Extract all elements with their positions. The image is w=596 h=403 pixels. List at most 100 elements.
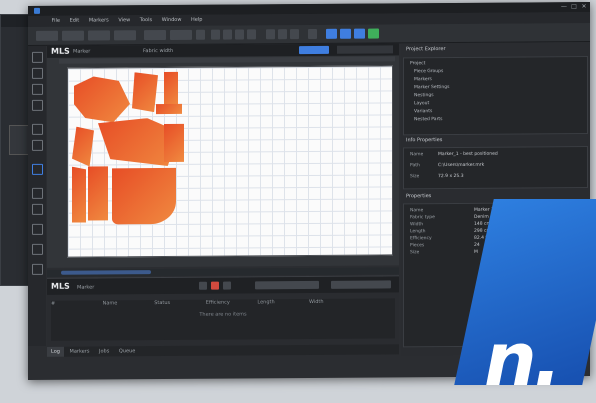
log-tab-label[interactable]: Marker — [77, 284, 94, 290]
measure-tool-icon[interactable] — [32, 123, 43, 135]
info-key: Size — [410, 174, 420, 180]
marker-editor: MLS Marker Fabric width — [47, 43, 399, 268]
view-mode-button[interactable] — [299, 45, 329, 55]
brand-logo: n. — [484, 317, 562, 403]
layer-tool-icon[interactable] — [32, 223, 43, 235]
grid-tool-icon[interactable] — [32, 243, 43, 255]
column-header[interactable]: Status — [154, 300, 204, 306]
tree-item[interactable]: Marker Settings — [414, 85, 449, 90]
prop-value[interactable]: 24 — [474, 243, 480, 248]
flip-button[interactable] — [196, 29, 205, 40]
pan-tool-icon[interactable] — [32, 163, 43, 175]
left-toolbar — [28, 45, 46, 346]
pattern-piece[interactable] — [156, 103, 182, 115]
prop-value[interactable]: Denim — [474, 215, 489, 220]
column-header[interactable]: Width — [309, 299, 359, 305]
tree-item[interactable]: Nested Parts — [414, 117, 443, 122]
menu-view[interactable]: View — [114, 15, 134, 26]
group-button[interactable] — [266, 29, 275, 40]
column-header[interactable]: Efficiency — [206, 299, 256, 306]
text-tool-icon[interactable] — [32, 203, 43, 215]
explorer-title: Project Explorer — [406, 46, 446, 53]
log-tools[interactable] — [255, 280, 319, 290]
width-field[interactable] — [62, 30, 84, 41]
tree-item[interactable]: Project — [410, 61, 425, 66]
column-header[interactable]: # — [51, 300, 101, 307]
auto-nest-button[interactable] — [340, 28, 351, 39]
zoom-tool-icon[interactable] — [32, 139, 43, 151]
unit-field[interactable] — [36, 30, 58, 41]
tab-queue[interactable]: Queue — [115, 346, 139, 356]
pattern-piece[interactable] — [164, 71, 178, 107]
ungroup-button[interactable] — [278, 29, 287, 40]
info-value: 72.9 x 25.3 — [438, 173, 464, 180]
tab-log[interactable]: Log — [47, 346, 64, 357]
app-icon — [34, 7, 40, 14]
log-stop-button[interactable] — [211, 281, 219, 290]
menu-tools[interactable]: Tools — [136, 15, 156, 26]
lock-tool-icon[interactable] — [32, 187, 43, 199]
maximize-icon[interactable]: □ — [570, 3, 578, 11]
pattern-piece[interactable] — [164, 123, 184, 163]
tab-jobs[interactable]: Jobs — [95, 346, 113, 356]
mls-logo: MLS — [51, 46, 70, 56]
margin-field[interactable] — [114, 30, 136, 41]
select-tool-icon[interactable] — [32, 51, 43, 63]
align-left-button[interactable] — [211, 29, 220, 40]
close-icon[interactable]: ✕ — [580, 3, 588, 11]
zoom-controls[interactable] — [337, 45, 393, 54]
run-button[interactable] — [368, 28, 379, 39]
menu-edit[interactable]: Edit — [66, 16, 84, 27]
menu-file[interactable]: File — [48, 16, 64, 27]
settings-button[interactable] — [308, 28, 317, 40]
tree-item[interactable]: Variants — [414, 109, 432, 114]
pattern-piece[interactable] — [112, 167, 176, 225]
info-value: Marker_1 - best positioned — [438, 151, 498, 158]
prop-value[interactable]: M — [474, 250, 478, 255]
prop-key: Efficiency — [410, 236, 432, 242]
align-center-button[interactable] — [223, 29, 232, 40]
copy-button[interactable] — [290, 29, 299, 40]
tree-item[interactable]: Nestings — [414, 93, 434, 98]
gap-field[interactable] — [144, 29, 166, 41]
log-logo: MLS — [51, 281, 70, 291]
log-prev-button[interactable] — [199, 281, 207, 290]
log-next-button[interactable] — [223, 281, 231, 290]
marker-canvas[interactable] — [67, 65, 393, 258]
pattern-piece[interactable] — [72, 127, 94, 167]
batch-nest-button[interactable] — [354, 28, 365, 39]
pattern-piece[interactable] — [88, 166, 108, 221]
log-empty-text: There are no items — [199, 311, 247, 318]
tree-item[interactable]: Markers — [414, 77, 432, 82]
log-filters[interactable] — [331, 280, 391, 289]
menu-help[interactable]: Help — [187, 15, 206, 26]
nest-button[interactable] — [326, 28, 337, 39]
tree-item[interactable]: Piece Groups — [414, 69, 443, 74]
pattern-piece[interactable] — [132, 72, 158, 112]
scroll-thumb[interactable] — [61, 270, 151, 275]
length-field[interactable] — [88, 30, 110, 41]
log-columns: # Name Status Efficiency Length Width — [51, 298, 395, 307]
rotate-tool-icon[interactable] — [32, 83, 43, 95]
editor-tab-label[interactable]: Marker — [73, 49, 90, 55]
menu-window[interactable]: Window — [158, 15, 186, 26]
horizontal-ruler — [59, 56, 395, 64]
move-tool-icon[interactable] — [32, 67, 43, 79]
snap-tool-icon[interactable] — [32, 263, 43, 275]
pattern-piece[interactable] — [72, 167, 86, 223]
minimize-icon[interactable]: — — [560, 3, 568, 11]
info-key: Name — [410, 152, 424, 158]
project-explorer: Project Explorer Project Piece Groups Ma… — [403, 46, 588, 136]
pattern-piece[interactable] — [74, 76, 130, 122]
distribute-button[interactable] — [247, 29, 256, 40]
prop-key: Width — [410, 222, 424, 228]
log-panel: MLS Marker # Name Status Efficiency Leng… — [47, 275, 399, 347]
menu-markers[interactable]: Markers — [85, 15, 113, 26]
rotation-field[interactable] — [170, 29, 192, 40]
flip-tool-icon[interactable] — [32, 99, 43, 111]
column-header[interactable]: Name — [103, 300, 153, 306]
align-right-button[interactable] — [235, 29, 244, 40]
tab-markers[interactable]: Markers — [66, 347, 94, 357]
tree-item[interactable]: Layout — [414, 101, 429, 106]
column-header[interactable]: Length — [257, 299, 307, 305]
